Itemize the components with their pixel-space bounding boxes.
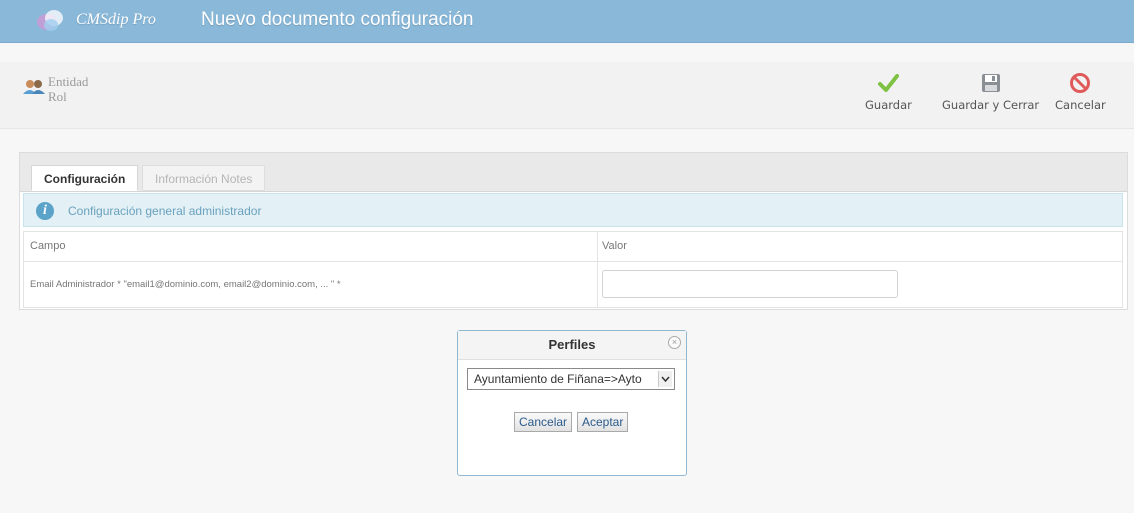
cmsdip-logo-icon: [37, 10, 63, 31]
chevron-down-icon: [658, 371, 672, 387]
save-label: Guardar: [865, 98, 912, 112]
table-header-row: Campo Valor: [24, 232, 1122, 262]
field-label-email-admin: Email Administrador * "email1@dominio.co…: [30, 279, 341, 290]
dialog-header: Perfiles ×: [458, 331, 686, 360]
page-title: Nuevo documento configuración: [201, 9, 474, 30]
floppy-disk-icon: [981, 74, 1000, 92]
cancel-toolbar-label: Cancelar: [1055, 98, 1106, 112]
brand-name: CMSdip Pro: [76, 11, 156, 28]
checkmark-icon: [878, 74, 900, 92]
dialog-accept-button[interactable]: Aceptar: [577, 412, 629, 432]
profile-select-value: Ayuntamiento de Fiñana=>Ayto: [474, 372, 642, 386]
column-divider: [597, 232, 598, 261]
dialog-cancel-button[interactable]: Cancelar: [514, 412, 573, 432]
info-icon: i: [36, 202, 54, 220]
config-table: Campo Valor Email Administrador * "email…: [23, 231, 1123, 308]
close-icon[interactable]: ×: [668, 336, 681, 349]
save-and-close-label: Guardar y Cerrar: [942, 98, 1040, 112]
cancel-icon: [1070, 73, 1091, 93]
app-header: CMSdip Pro Nuevo documento configuración: [0, 0, 1134, 43]
tab-bar: Configuración Información Notes: [20, 153, 1127, 192]
email-admin-input[interactable]: [602, 270, 898, 298]
tab-informacion-notes[interactable]: Información Notes: [142, 165, 266, 191]
table-row: Email Administrador * "email1@dominio.co…: [24, 262, 1122, 307]
users-icon: [23, 80, 45, 94]
config-panel: Configuración Información Notes i Config…: [19, 152, 1128, 310]
save-button[interactable]: Guardar: [865, 72, 912, 112]
column-divider: [597, 262, 598, 307]
column-header-valor: Valor: [602, 240, 627, 252]
info-text: Configuración general administrador: [68, 204, 262, 218]
tab-configuracion[interactable]: Configuración: [31, 165, 139, 191]
save-and-close-button[interactable]: Guardar y Cerrar: [942, 72, 1039, 112]
cancel-toolbar-button[interactable]: Cancelar: [1055, 72, 1106, 112]
entity-label: Entidad: [48, 74, 89, 89]
profiles-dialog: Perfiles × Ayuntamiento de Fiñana=>Ayto …: [457, 330, 687, 476]
dialog-title: Perfiles: [548, 337, 596, 352]
role-label: Rol: [48, 89, 67, 104]
info-banner: i Configuración general administrador: [23, 193, 1123, 227]
toolbar: Entidad Rol Guardar Guardar y Cerrar Can…: [0, 62, 1134, 129]
profile-select[interactable]: Ayuntamiento de Fiñana=>Ayto: [467, 368, 675, 390]
column-header-campo: Campo: [30, 240, 66, 252]
